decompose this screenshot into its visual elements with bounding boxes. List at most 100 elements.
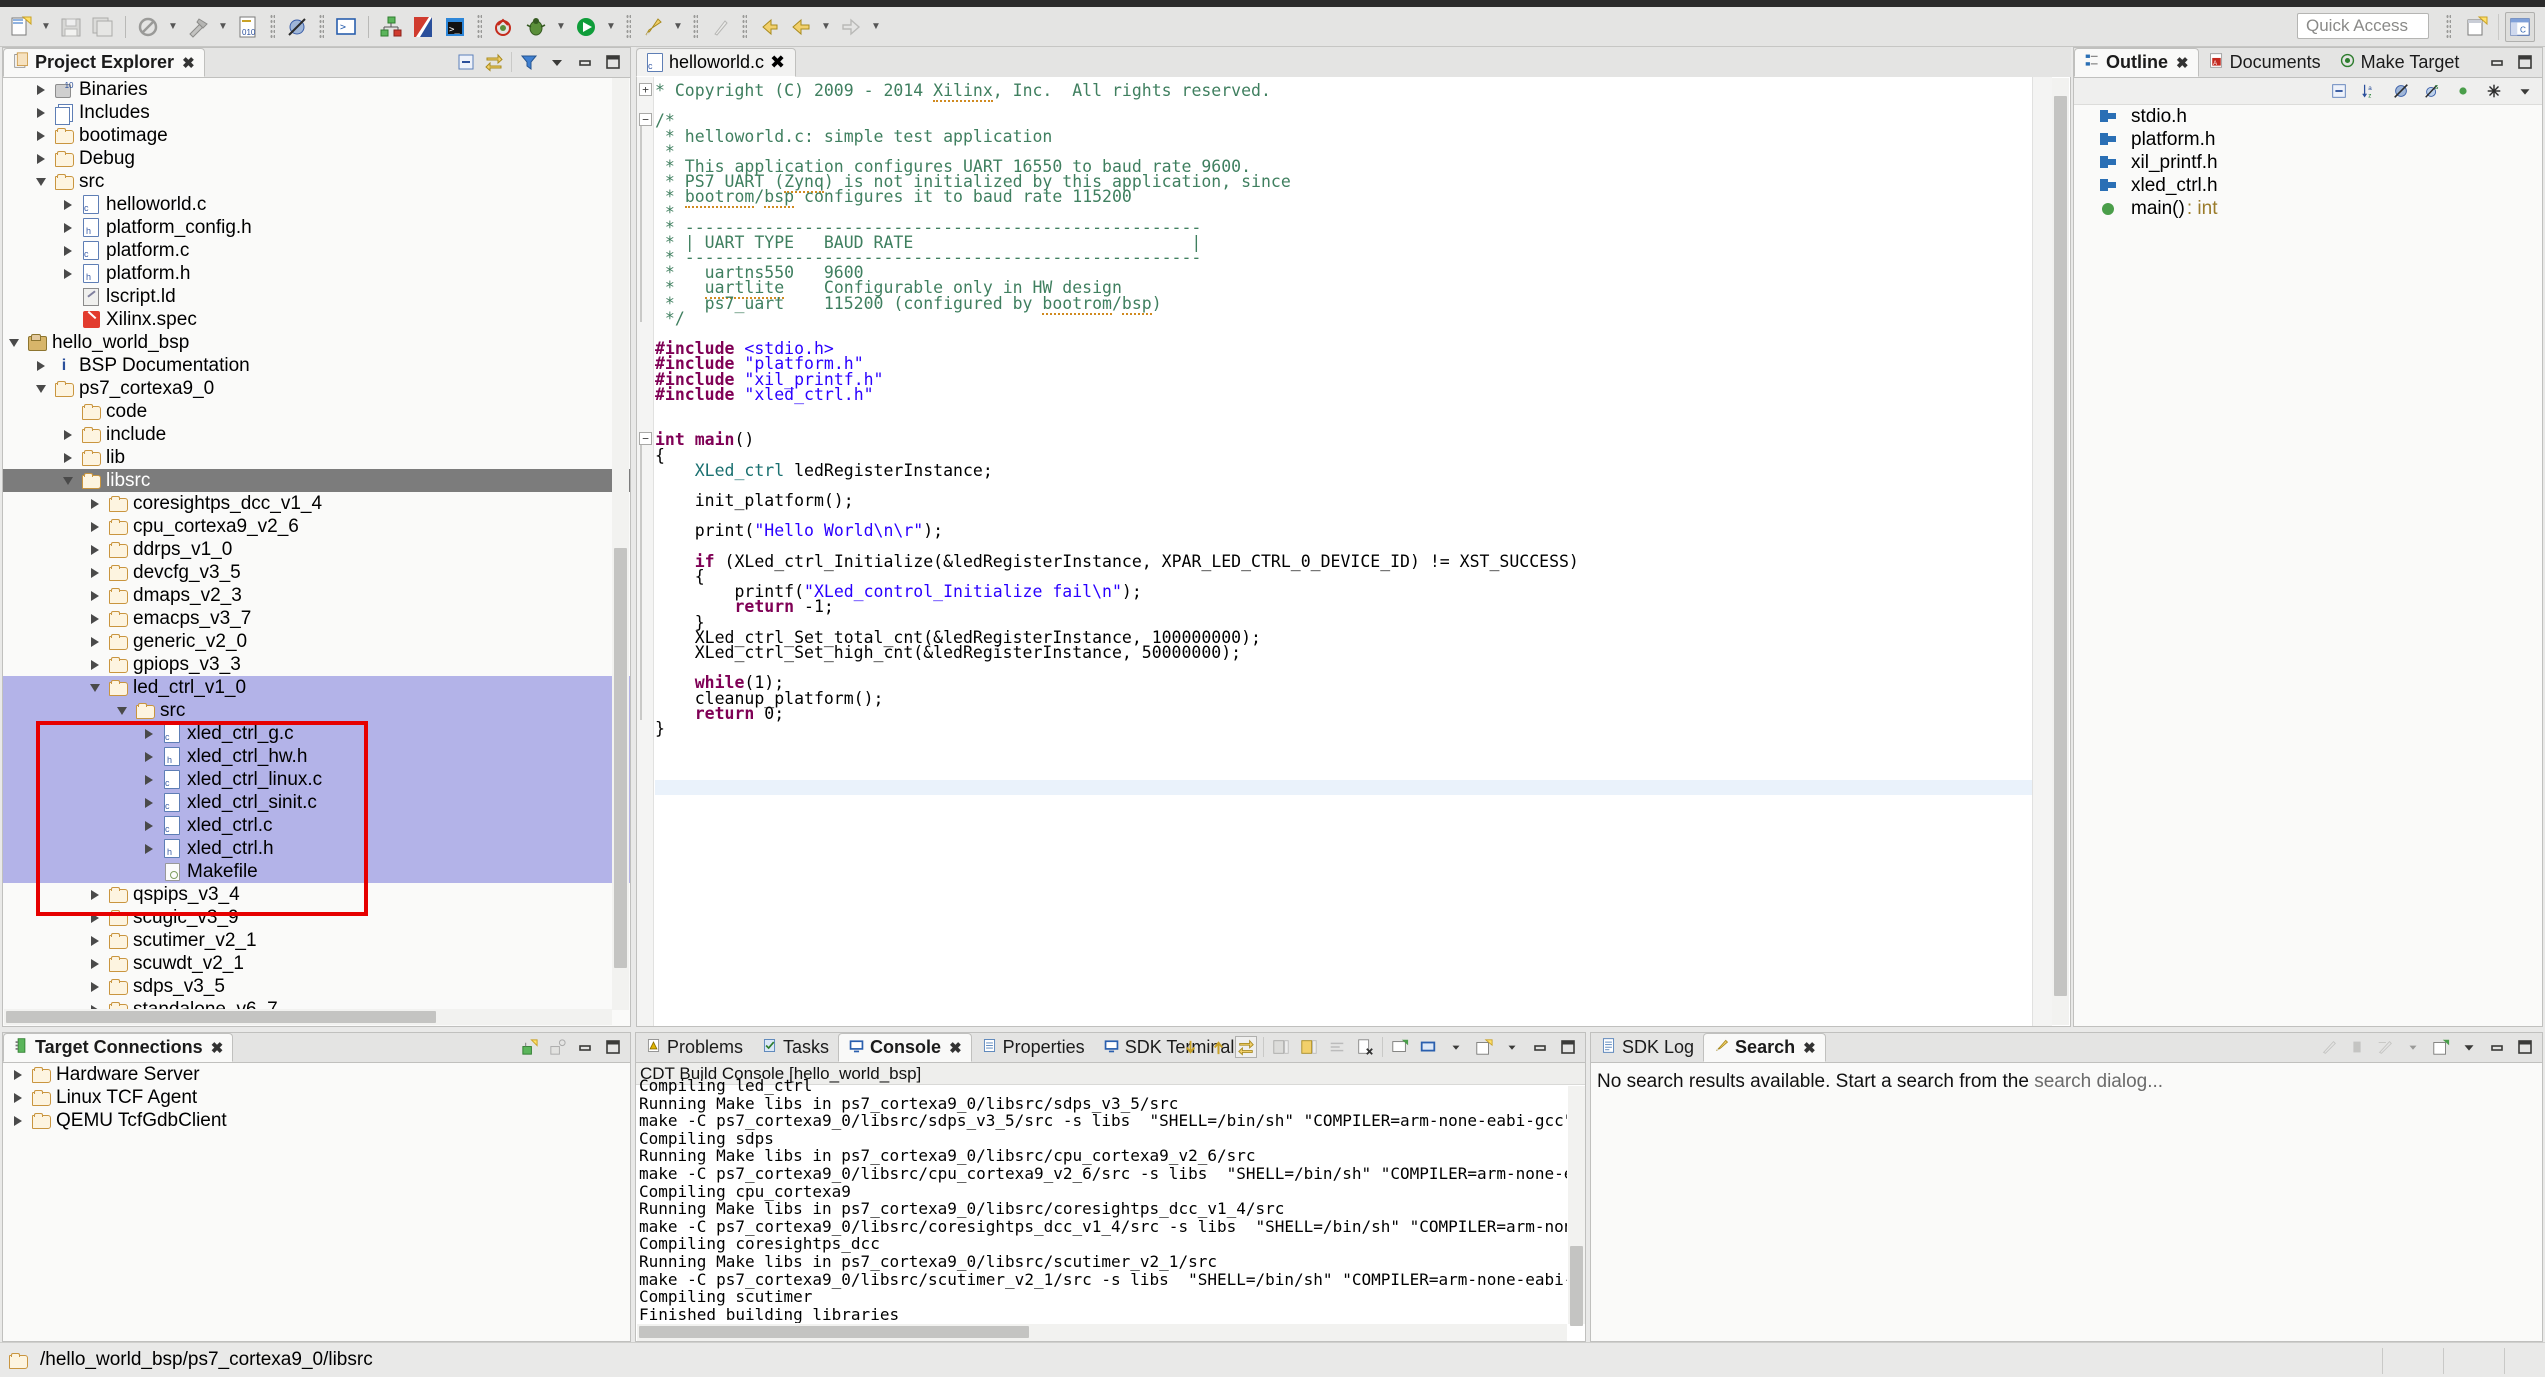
scroll-thumb[interactable] [614, 548, 627, 968]
tree-item-xled_ctrl.h[interactable]: hxled_ctrl.h [3, 837, 630, 860]
close-icon[interactable]: ✖ [2176, 54, 2189, 72]
new-file-icon[interactable] [6, 12, 36, 42]
chevron-right-icon[interactable] [138, 729, 160, 739]
tree-item-coresightps_dcc_v1_4[interactable]: coresightps_dcc_v1_4 [3, 492, 630, 515]
open-perspective-icon[interactable] [2462, 12, 2492, 42]
collapse-all-icon[interactable] [455, 51, 477, 73]
tree-item-ddrps_v1_0[interactable]: ddrps_v1_0 [3, 538, 630, 561]
filters-icon[interactable] [2483, 80, 2505, 102]
maximize-icon[interactable] [2514, 51, 2536, 73]
build-dropdown-icon[interactable]: ▼ [215, 13, 231, 41]
back-history-icon[interactable] [754, 12, 784, 42]
chevron-right-icon[interactable] [138, 821, 160, 831]
build-hammer-icon[interactable] [183, 12, 213, 42]
scroll-lock-down-icon[interactable] [1179, 1036, 1201, 1058]
outline-item[interactable]: stdio.h [2074, 105, 2542, 128]
xsct-console-icon[interactable]: > [331, 12, 361, 42]
chevron-right-icon[interactable] [84, 568, 106, 578]
chevron-right-icon[interactable] [84, 545, 106, 555]
chevron-down-icon[interactable] [30, 178, 52, 186]
tab-sdk-log[interactable]: SDK Log [1591, 1033, 1703, 1062]
quick-access-input[interactable]: Quick Access [2297, 13, 2429, 39]
tree-item-debug[interactable]: Debug [3, 147, 630, 170]
profile-icon[interactable] [638, 12, 668, 42]
link-with-editor-icon[interactable] [483, 51, 505, 73]
target-connections-tree[interactable]: Hardware ServerLinux TCF AgentQEMU TcfGd… [3, 1063, 630, 1341]
tree-item-ps7_cortexa9_0[interactable]: ps7_cortexa9_0 [3, 377, 630, 400]
tree-item-xled_ctrl.c[interactable]: cxled_ctrl.c [3, 814, 630, 837]
build-all-dropdown-icon[interactable]: ▼ [165, 13, 181, 41]
hide-nonpublic-icon[interactable] [2452, 80, 2474, 102]
vivado-hls-icon[interactable] [376, 12, 406, 42]
chevron-right-icon[interactable] [57, 200, 79, 210]
chevron-right-icon[interactable] [30, 154, 52, 164]
chevron-right-icon[interactable] [84, 637, 106, 647]
tree-item-code[interactable]: code [3, 400, 630, 423]
tree-item-makefile[interactable]: Makefile [3, 860, 630, 883]
chevron-right-icon[interactable] [57, 453, 79, 463]
tree-item-sdps_v3_5[interactable]: sdps_v3_5 [3, 975, 630, 998]
tree-item-platform_config.h[interactable]: hplatform_config.h [3, 216, 630, 239]
forward-dropdown-icon[interactable]: ▼ [868, 13, 884, 41]
chevron-right-icon[interactable] [30, 131, 52, 141]
tree-item-gpiops_v3_3[interactable]: gpiops_v3_3 [3, 653, 630, 676]
sdk-terminal-toolbar-icon[interactable]: >_ [440, 12, 470, 42]
chevron-right-icon[interactable] [30, 361, 52, 371]
minimize-icon[interactable] [574, 51, 596, 73]
fold-expand-icon[interactable]: + [639, 83, 652, 96]
tree-item-qspips_v3_4[interactable]: qspips_v3_4 [3, 883, 630, 906]
outline-list[interactable]: stdio.hplatform.hxil_printf.hxled_ctrl.h… [2074, 105, 2542, 1026]
tab-make-target[interactable]: Make Target [2330, 48, 2469, 77]
console-output[interactable]: Compiling led_ctrlRunning Make libs in p… [639, 1077, 1567, 1323]
scroll-thumb[interactable] [6, 1011, 436, 1023]
cpp-perspective-icon[interactable]: C [2505, 12, 2535, 42]
editor-vscrollbar[interactable] [2052, 78, 2069, 1025]
tree-item-includes[interactable]: Includes [3, 101, 630, 124]
scroll-lock-up-icon[interactable] [1207, 1036, 1229, 1058]
tree-item-xled_ctrl_linux.c[interactable]: cxled_ctrl_linux.c [3, 768, 630, 791]
outline-item[interactable]: platform.h [2074, 128, 2542, 151]
outline-item[interactable]: xil_printf.h [2074, 151, 2542, 174]
tab-outline[interactable]: Outline✖ [2074, 48, 2199, 77]
chevron-right-icon[interactable] [57, 223, 79, 233]
view-menu-filter-icon[interactable] [518, 51, 540, 73]
chevron-down-icon[interactable] [3, 339, 25, 347]
scroll-thumb[interactable] [1570, 1246, 1583, 1326]
search-dialog-link[interactable]: search dialog... [2034, 1071, 2163, 1092]
tree-item-xilinx.spec[interactable]: Xilinx.spec [3, 308, 630, 331]
tree-item-lib[interactable]: lib [3, 446, 630, 469]
open-console-icon[interactable] [1417, 1036, 1439, 1058]
tree-item-led_ctrl_v1_0[interactable]: led_ctrl_v1_0 [3, 676, 630, 699]
scroll-thumb[interactable] [2054, 96, 2067, 996]
close-icon[interactable]: ✖ [770, 52, 785, 73]
chevron-right-icon[interactable] [30, 108, 52, 118]
chevron-right-icon[interactable] [57, 430, 79, 440]
debug-dropdown-icon[interactable]: ▼ [553, 13, 569, 41]
chevron-right-icon[interactable] [57, 269, 79, 279]
hide-fields-icon[interactable] [2390, 80, 2412, 102]
run-dropdown-icon[interactable]: ▼ [603, 13, 619, 41]
project-explorer-vscrollbar[interactable] [612, 78, 629, 1010]
chevron-right-icon[interactable] [138, 844, 160, 854]
chevron-right-icon[interactable] [84, 959, 106, 969]
profile-dropdown-icon[interactable]: ▼ [670, 13, 686, 41]
minimize-icon[interactable] [2486, 1036, 2508, 1058]
chevron-right-icon[interactable] [7, 1070, 29, 1080]
tree-item-cpu_cortexa9_v2_6[interactable]: cpu_cortexa9_v2_6 [3, 515, 630, 538]
chevron-down-icon[interactable] [111, 707, 133, 715]
maximize-icon[interactable] [1557, 1036, 1579, 1058]
chevron-down-icon[interactable] [1501, 1036, 1523, 1058]
sort-icon[interactable]: az [2359, 80, 2381, 102]
project-explorer-hscrollbar[interactable] [4, 1009, 612, 1025]
chevron-right-icon[interactable] [138, 798, 160, 808]
chevron-right-icon[interactable] [138, 752, 160, 762]
target-connection-item[interactable]: QEMU TcfGdbClient [3, 1109, 630, 1132]
chevron-down-icon[interactable] [2402, 1036, 2424, 1058]
tree-item-helloworld.c[interactable]: chelloworld.c [3, 193, 630, 216]
new-console-view-icon[interactable] [1473, 1036, 1495, 1058]
tree-item-include[interactable]: include [3, 423, 630, 446]
display-console-icon[interactable] [1389, 1036, 1411, 1058]
tab-console[interactable]: Console✖ [838, 1033, 972, 1062]
tab-project-explorer[interactable]: Project Explorer ✖ [3, 48, 205, 77]
chevron-down-icon[interactable] [84, 684, 106, 692]
